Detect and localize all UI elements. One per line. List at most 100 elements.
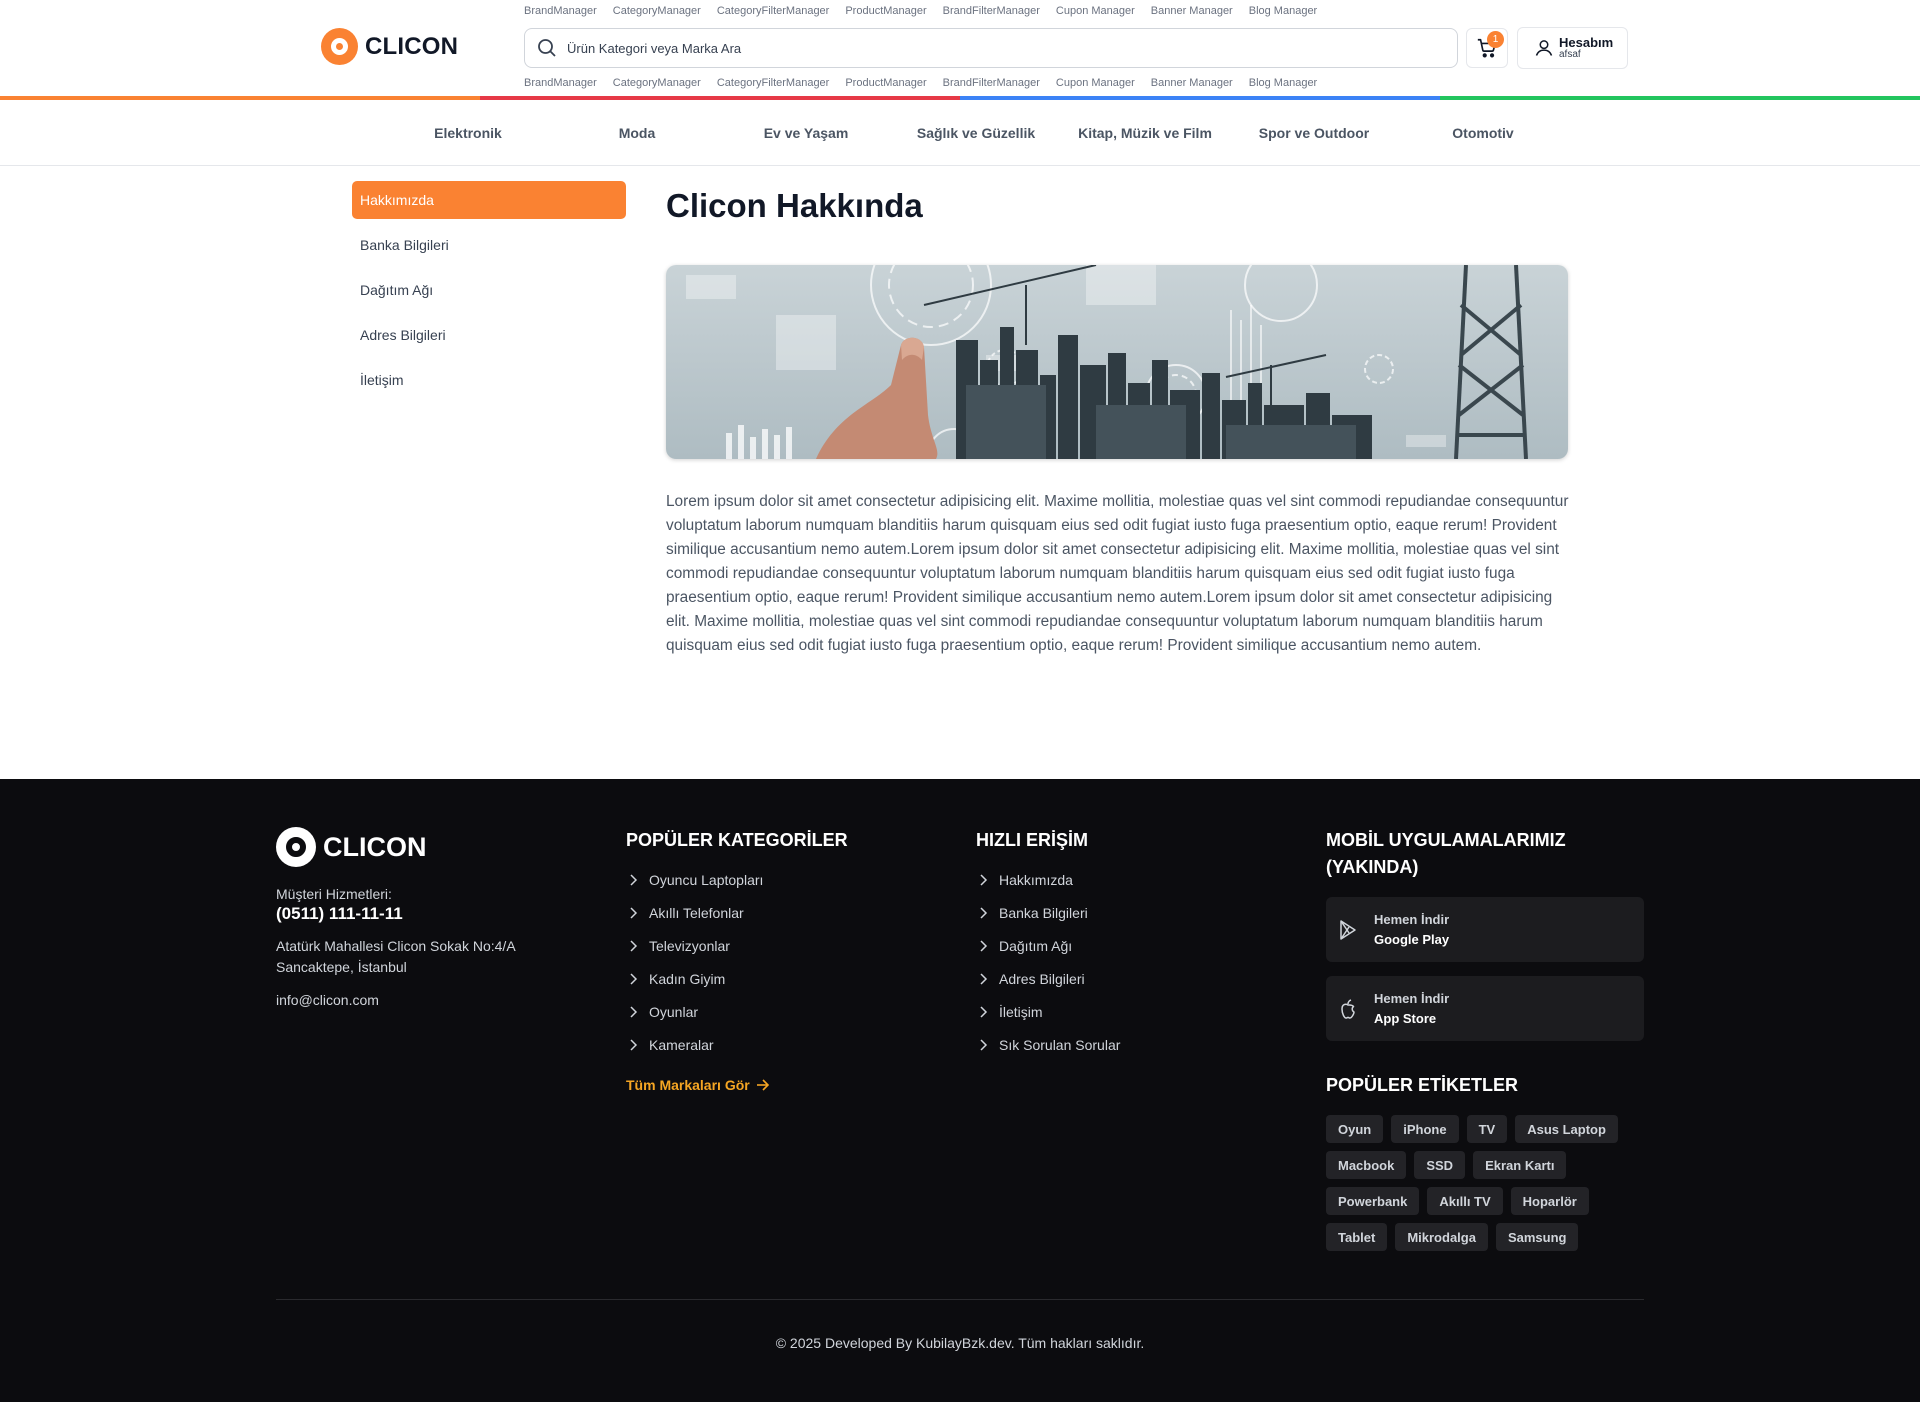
- user-icon: [1535, 40, 1553, 56]
- page-title: Clicon Hakkında: [666, 187, 923, 224]
- tag-tablet[interactable]: Tablet: [1326, 1223, 1388, 1251]
- tag-tv[interactable]: TV: [1466, 1115, 1508, 1143]
- side-item-iletisim[interactable]: İletişim: [352, 361, 626, 399]
- chevron-right-icon: [630, 1005, 638, 1018]
- category-otomotiv[interactable]: Otomotiv: [1452, 125, 1513, 141]
- tag-akilli-tv[interactable]: Akıllı TV: [1427, 1187, 1503, 1215]
- tag-ssd[interactable]: SSD: [1414, 1151, 1466, 1179]
- mobile-apps-title: MOBİL UYGULAMALARIMIZ (YAKINDA): [1326, 827, 1566, 881]
- footer-address: Atatürk Mahallesi Clicon Sokak No:4/A Sa…: [276, 936, 536, 978]
- footer-email[interactable]: info@clicon.com: [276, 992, 379, 1008]
- account-label: Hesabım: [1559, 35, 1614, 50]
- tag-iphone[interactable]: iPhone: [1391, 1115, 1459, 1143]
- admin-link-product-manager[interactable]: ProductManager: [845, 5, 926, 17]
- admin-link-category-manager[interactable]: CategoryManager: [613, 5, 701, 17]
- about-hero-image: [666, 265, 1568, 459]
- tag-hoparlor[interactable]: Hoparlör: [1510, 1187, 1589, 1215]
- side-item-adres-bilgileri[interactable]: Adres Bilgileri: [352, 316, 626, 354]
- side-item-dagitim-agi[interactable]: Dağıtım Ağı: [352, 271, 626, 309]
- side-item-banka-bilgileri[interactable]: Banka Bilgileri: [352, 226, 626, 264]
- copyright-text: © 2025 Developed By KubilayBzk.dev. Tüm …: [775, 1335, 1145, 1351]
- footer-divider: [276, 1299, 1644, 1300]
- tag-mikrodalga[interactable]: Mikrodalga: [1395, 1223, 1488, 1251]
- footer-link[interactable]: İletişim: [978, 995, 1120, 1028]
- site-header: BrandManager CategoryManager CategoryFil…: [0, 0, 1920, 100]
- apple-icon: [1341, 998, 1355, 1019]
- category-spor-ve-outdoor[interactable]: Spor ve Outdoor: [1259, 125, 1369, 141]
- account-button[interactable]: Hesabım afsaf: [1517, 27, 1628, 69]
- chevron-right-icon: [630, 1038, 638, 1051]
- address-line-2: Sancaktepe, İstanbul: [276, 959, 407, 975]
- admin-link-brand-filter-manager[interactable]: BrandFilterManager: [943, 77, 1040, 89]
- footer-link[interactable]: Sık Sorulan Sorular: [978, 1028, 1120, 1061]
- admin-link-product-manager[interactable]: ProductManager: [845, 77, 926, 89]
- footer-link[interactable]: Adres Bilgileri: [978, 962, 1120, 995]
- google-play-button[interactable]: Hemen İndir Google Play: [1326, 897, 1644, 962]
- play-store-icon: [1340, 919, 1356, 940]
- admin-link-brand-manager[interactable]: BrandManager: [524, 5, 597, 17]
- chevron-right-icon: [980, 1038, 988, 1051]
- category-kitap-muzik-film[interactable]: Kitap, Müzik ve Film: [1078, 125, 1212, 141]
- popular-categories-title: POPÜLER KATEGORİLER: [626, 830, 848, 850]
- all-brands-label: Tüm Markaları Gör: [626, 1077, 750, 1093]
- footer-link[interactable]: Banka Bilgileri: [978, 896, 1120, 929]
- footer-link[interactable]: Dağıtım Ağı: [978, 929, 1120, 962]
- chevron-right-icon: [630, 972, 638, 985]
- tag-macbook[interactable]: Macbook: [1326, 1151, 1407, 1179]
- google-play-line-1: Hemen İndir: [1374, 912, 1450, 927]
- chevron-right-icon: [630, 873, 638, 886]
- support-label: Müşteri Hizmetleri:: [276, 886, 392, 902]
- logo-text: CLICON: [365, 32, 459, 60]
- footer-link[interactable]: Hakkımızda: [978, 863, 1120, 896]
- admin-link-banner-manager[interactable]: Banner Manager: [1151, 5, 1233, 17]
- admin-link-category-filter-manager[interactable]: CategoryFilterManager: [717, 5, 830, 17]
- admin-link-banner-manager[interactable]: Banner Manager: [1151, 77, 1233, 89]
- admin-link-brand-manager[interactable]: BrandManager: [524, 77, 597, 89]
- footer-link[interactable]: Televizyonlar: [628, 929, 763, 962]
- footer-logo[interactable]: CLICON: [276, 827, 427, 867]
- cart-button[interactable]: 1: [1466, 28, 1508, 68]
- site-logo[interactable]: CLICON: [321, 28, 458, 65]
- google-play-line-2: Google Play: [1374, 932, 1450, 947]
- chevron-right-icon: [980, 939, 988, 952]
- chevron-right-icon: [980, 1005, 988, 1018]
- side-item-hakkimizda[interactable]: Hakkımızda: [352, 181, 626, 219]
- quick-access-title: HIZLI ERİŞİM: [976, 830, 1088, 850]
- chevron-right-icon: [630, 939, 638, 952]
- admin-link-blog-manager[interactable]: Blog Manager: [1249, 77, 1318, 89]
- arrow-right-icon: [756, 1079, 769, 1091]
- all-brands-link[interactable]: Tüm Markaları Gör: [626, 1077, 770, 1093]
- chevron-right-icon: [980, 873, 988, 886]
- footer-link[interactable]: Kameralar: [628, 1028, 763, 1061]
- category-moda[interactable]: Moda: [619, 125, 656, 141]
- admin-link-cupon-manager[interactable]: Cupon Manager: [1056, 77, 1135, 89]
- tag-oyun[interactable]: Oyun: [1326, 1115, 1384, 1143]
- footer-logo-mark-icon: [276, 827, 316, 867]
- search-bar[interactable]: Ürün Kategori veya Marka Ara: [524, 28, 1458, 68]
- admin-link-brand-filter-manager[interactable]: BrandFilterManager: [943, 5, 1040, 17]
- admin-link-category-filter-manager[interactable]: CategoryFilterManager: [717, 77, 830, 89]
- popular-tags-title: POPÜLER ETİKETLER: [1326, 1075, 1519, 1095]
- search-icon: [538, 39, 556, 57]
- footer-link[interactable]: Oyunlar: [628, 995, 763, 1028]
- tag-powerbank[interactable]: Powerbank: [1326, 1187, 1420, 1215]
- footer-link[interactable]: Akıllı Telefonlar: [628, 896, 763, 929]
- about-side-menu: Hakkımızda Banka Bilgileri Dağıtım Ağı A…: [352, 181, 626, 406]
- footer-link[interactable]: Oyuncu Laptopları: [628, 863, 763, 896]
- logo-mark-icon: [321, 28, 358, 65]
- admin-link-blog-manager[interactable]: Blog Manager: [1249, 5, 1318, 17]
- tag-ekran-karti[interactable]: Ekran Kartı: [1473, 1151, 1567, 1179]
- admin-link-cupon-manager[interactable]: Cupon Manager: [1056, 5, 1135, 17]
- tag-samsung[interactable]: Samsung: [1495, 1223, 1579, 1251]
- search-input[interactable]: Ürün Kategori veya Marka Ara: [567, 41, 741, 56]
- cart-count-badge: 1: [1487, 31, 1504, 48]
- category-elektronik[interactable]: Elektronik: [434, 125, 502, 141]
- category-saglik-ve-guzellik[interactable]: Sağlık ve Güzellik: [917, 125, 1035, 141]
- category-ev-ve-yasam[interactable]: Ev ve Yaşam: [764, 125, 849, 141]
- site-footer: CLICON Müşteri Hizmetleri: (0511) 111-11…: [0, 779, 1920, 1402]
- footer-link[interactable]: Kadın Giyim: [628, 962, 763, 995]
- admin-link-category-manager[interactable]: CategoryManager: [613, 77, 701, 89]
- tag-asus-laptop[interactable]: Asus Laptop: [1515, 1115, 1618, 1143]
- app-store-button[interactable]: Hemen İndir App Store: [1326, 976, 1644, 1041]
- popular-categories-list: Oyuncu Laptopları Akıllı Telefonlar Tele…: [628, 863, 763, 1061]
